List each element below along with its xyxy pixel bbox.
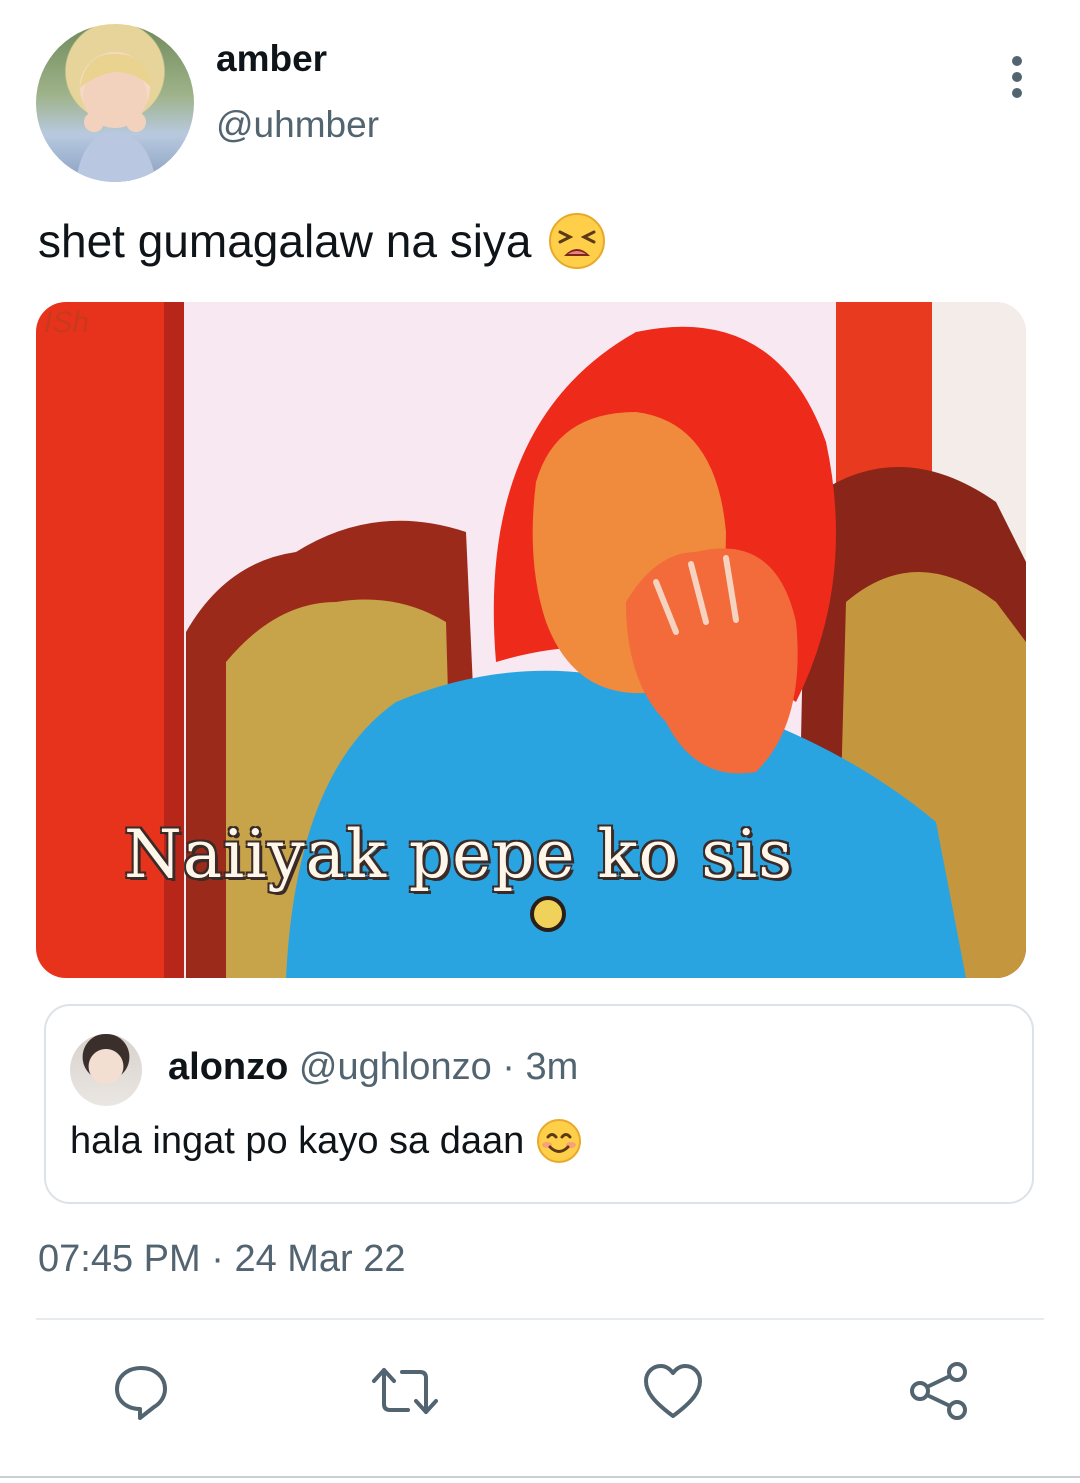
quoted-display-name: alonzo	[168, 1046, 289, 1088]
reply-icon	[115, 1366, 167, 1420]
tweet-media-image[interactable]: ISh Naiiyak pepe ko sis	[36, 302, 1026, 978]
media-watermark: ISh	[44, 306, 90, 339]
retweet-icon	[372, 1368, 438, 1414]
tired-face-emoji	[548, 213, 605, 269]
share-icon	[910, 1362, 967, 1420]
bottom-divider	[0, 1476, 1080, 1478]
quoted-text-content: hala ingat po kayo sa daan	[70, 1119, 525, 1162]
quoted-text: hala ingat po kayo sa daan	[70, 1118, 582, 1164]
author-avatar[interactable]	[36, 24, 194, 182]
more-options-button[interactable]	[990, 50, 1044, 104]
like-button[interactable]	[638, 1356, 708, 1426]
tweet-timestamp[interactable]: 07:45 PM · 24 Mar 22	[38, 1238, 406, 1281]
reply-button[interactable]	[106, 1356, 176, 1426]
quoted-separator: ·	[502, 1046, 515, 1088]
author-handle[interactable]: @uhmber	[216, 104, 379, 146]
quoted-header: alonzo @ughlonzo · 3m	[168, 1046, 578, 1089]
divider	[36, 1318, 1044, 1320]
more-vertical-icon	[1012, 56, 1022, 98]
media-caption: Naiiyak pepe ko sis	[124, 816, 794, 893]
tweet-date: 24 Mar 22	[234, 1238, 406, 1280]
tweet-text: shet gumagalaw na siya	[38, 212, 606, 270]
tweet-text-content: shet gumagalaw na siya	[38, 215, 532, 267]
quoted-time: 3m	[525, 1046, 579, 1088]
quoted-tweet[interactable]: alonzo @ughlonzo · 3m hala ingat po kayo…	[44, 1004, 1034, 1204]
quoted-handle: @ughlonzo	[298, 1046, 492, 1088]
retweet-button[interactable]	[370, 1356, 440, 1426]
like-icon	[644, 1364, 702, 1418]
timestamp-separator: ·	[211, 1238, 224, 1280]
author-display-name[interactable]: amber	[216, 38, 327, 80]
tweet-time: 07:45 PM	[38, 1238, 201, 1280]
quoted-author-avatar	[70, 1034, 142, 1106]
smiling-face-emoji	[537, 1119, 582, 1163]
share-button[interactable]	[904, 1356, 974, 1426]
